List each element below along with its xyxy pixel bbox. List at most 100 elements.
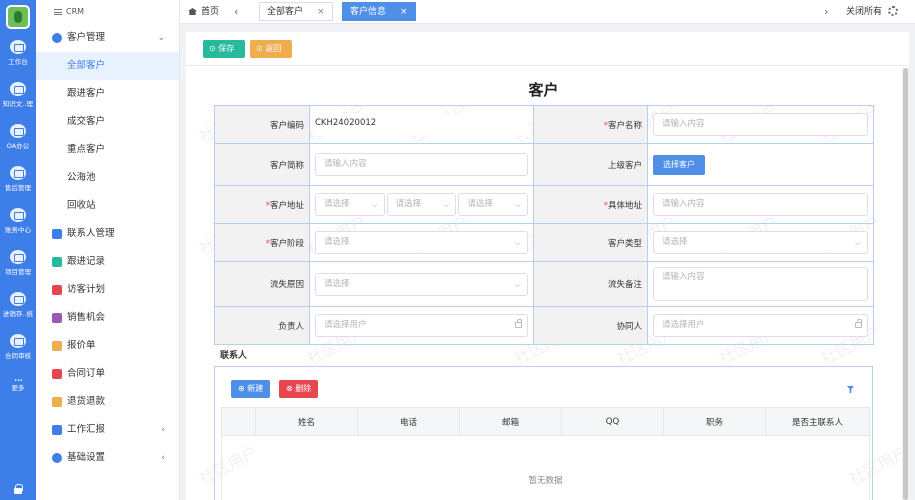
sidebar-item-label: 全部客户: [67, 60, 106, 71]
rail-item-after-sales[interactable]: 售后管理: [0, 162, 36, 198]
sidebar-item-quotation[interactable]: 报价单: [36, 332, 179, 360]
loss-note-textarea[interactable]: 请输入内容: [653, 267, 868, 301]
chevron-down-icon: ⌄: [157, 33, 165, 43]
after-sales-icon: [10, 166, 26, 180]
sidebar-item-basic-settings[interactable]: 基础设置 ‹: [36, 444, 179, 472]
sidebar-item-work-report[interactable]: 工作汇报 ‹: [36, 416, 179, 444]
refund-icon: [52, 397, 62, 407]
sidebar-item-follow-records[interactable]: 跟进记录: [36, 248, 179, 276]
sidebar-item-label: 工作汇报: [67, 424, 106, 435]
sidebar-item-label: 退货退款: [67, 396, 106, 407]
sidebar-item-visit-plan[interactable]: 访客计划: [36, 276, 179, 304]
gear-icon[interactable]: [888, 6, 898, 16]
sidebar-item-label: 合同订单: [67, 368, 106, 379]
close-icon[interactable]: ×: [400, 7, 408, 17]
sidebar-item-following-customers[interactable]: 跟进客户: [36, 80, 179, 108]
sidebar-item-returns-refunds[interactable]: 退货退款: [36, 388, 179, 416]
sidebar-item-public-pool[interactable]: 公海池: [36, 164, 179, 192]
district-select[interactable]: 请选择 ⌵: [458, 193, 529, 216]
sidebar-menu: CRM 客户管理 ⌄ 全部客户 跟进客户 成交客户 重点客户 公海池 回收站 联…: [36, 0, 180, 500]
tabs-scroll-left-button[interactable]: ‹: [234, 0, 238, 24]
back-button[interactable]: ⊙ 返回: [250, 40, 292, 58]
district-select-text: 请选择: [467, 199, 493, 209]
page-title: 客户: [528, 81, 559, 99]
rail-item-oa[interactable]: OA办公: [0, 120, 36, 156]
filter-icon[interactable]: [847, 386, 854, 393]
sidebar-group-customer-management[interactable]: 客户管理 ⌄: [36, 24, 179, 52]
loss-reason-select[interactable]: 请选择 ⌵: [315, 272, 528, 296]
customer-name-input[interactable]: 请输入内容: [653, 113, 868, 136]
rail-item-knowledge[interactable]: 知识文..理: [0, 78, 36, 114]
menu-toggle-icon[interactable]: [54, 9, 62, 15]
select-all-column[interactable]: [221, 407, 256, 436]
rail-item-project[interactable]: 项目管理: [0, 246, 36, 282]
sidebar-item-contract-orders[interactable]: 合同订单: [36, 360, 179, 388]
new-contact-button[interactable]: ⊕ 新建: [231, 380, 271, 398]
rail-item-workbench[interactable]: 工作台: [0, 36, 36, 72]
parent-customer-label: 上级客户: [533, 143, 648, 186]
sidebar-item-label: 跟进客户: [67, 88, 106, 99]
visit-plan-icon: [52, 285, 62, 295]
sidebar-item-key-customers[interactable]: 重点客户: [36, 136, 179, 164]
sidebar-item-recycle-bin[interactable]: 回收站: [36, 192, 179, 220]
contacts-section-title: 联系人: [214, 345, 873, 367]
customer-name-label-text: 客户名称: [607, 120, 642, 131]
app-logo-icon[interactable]: [6, 5, 30, 29]
chevron-down-icon: ⌵: [371, 200, 378, 209]
rail-item-contract-review[interactable]: 合同审核: [0, 330, 36, 366]
home-icon: [188, 8, 197, 15]
quotation-icon: [52, 341, 62, 351]
customer-name-label: *客户名称: [533, 105, 648, 144]
knowledge-icon: [10, 82, 26, 96]
scrollbar[interactable]: [902, 68, 909, 500]
rail-item-inventory[interactable]: 进销存..统: [0, 288, 36, 324]
close-all-tabs-button[interactable]: 关闭所有: [846, 0, 882, 24]
sidebar-item-closed-customers[interactable]: 成交客户: [36, 108, 179, 136]
owner-label: 负责人: [214, 306, 310, 345]
chevron-left-icon: ‹: [161, 425, 165, 435]
finance-icon: [10, 208, 26, 222]
short-name-input[interactable]: 请输入内容: [315, 153, 528, 176]
office-icon: [10, 124, 26, 138]
close-icon[interactable]: ×: [317, 7, 325, 17]
tab-customer-info[interactable]: 客户信息 ×: [342, 2, 416, 21]
sidebar-item-contacts[interactable]: 联系人管理: [36, 220, 179, 248]
delete-contact-button[interactable]: ⊗ 删除: [279, 380, 319, 398]
collaborator-picker[interactable]: 请选择用户: [653, 314, 868, 337]
customer-type-select[interactable]: 请选择 ⌵: [653, 231, 868, 254]
stage-select[interactable]: 请选择 ⌵: [315, 231, 528, 254]
customer-group-icon: [52, 33, 62, 43]
rail-item-finance[interactable]: 账务中心: [0, 204, 36, 240]
rail-item-label: 更多: [11, 384, 25, 392]
lock-icon[interactable]: [13, 484, 23, 494]
province-select[interactable]: 请选择 ⌵: [315, 193, 385, 216]
rail-item-more[interactable]: ... 更多: [0, 368, 36, 404]
home-tab[interactable]: 首页: [188, 0, 219, 24]
column-header-email: 邮箱: [459, 407, 562, 436]
sidebar-item-label: 回收站: [67, 200, 96, 211]
sidebar-item-sales-opportunity[interactable]: 销售机会: [36, 304, 179, 332]
owner-picker[interactable]: 请选择用户: [315, 314, 528, 337]
select-customer-button[interactable]: 选择客户: [653, 154, 705, 175]
tab-all-customers[interactable]: 全部客户 ×: [259, 2, 333, 21]
scrollbar-thumb[interactable]: [903, 68, 908, 500]
customer-code-label: 客户编码: [214, 105, 310, 144]
collaborator-label: 协同人: [533, 306, 648, 345]
sidebar-item-all-customers[interactable]: 全部客户: [36, 52, 179, 80]
empty-state-text: 暂无数据: [221, 435, 870, 500]
project-icon: [10, 250, 26, 264]
dashboard-icon: [10, 40, 26, 54]
app-rail: 工作台 知识文..理 OA办公 售后管理 账务中心 项目管理 进销存..统 合同…: [0, 0, 36, 500]
detail-address-input[interactable]: 请输入内容: [653, 193, 868, 216]
short-name-label: 客户简称: [214, 143, 310, 186]
detail-address-label-text: 具体地址: [607, 200, 642, 211]
save-button[interactable]: ⊙ 保存: [203, 40, 245, 58]
sidebar-header[interactable]: CRM: [36, 0, 179, 24]
sidebar-item-label: 报价单: [67, 340, 96, 351]
home-label: 首页: [201, 7, 220, 17]
chevron-down-icon: ⌵: [854, 238, 861, 247]
rail-item-label: 进销存..统: [2, 310, 34, 318]
tabs-scroll-right-button[interactable]: ›: [824, 0, 828, 24]
city-select[interactable]: 请选择 ⌵: [386, 193, 457, 216]
address-label: *客户地址: [214, 185, 310, 224]
